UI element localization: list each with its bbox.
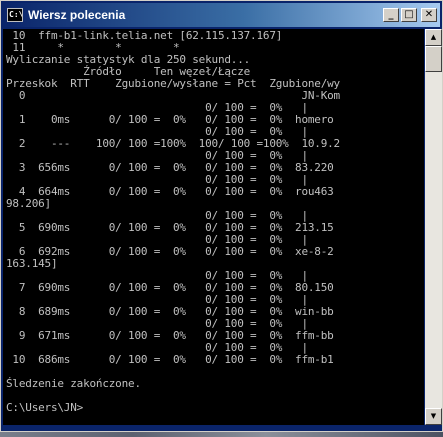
console-line: 4 664ms 0/ 100 = 0% 0/ 100 = 0% rou463 <box>6 185 334 198</box>
console-line: Śledzenie zakończone. <box>6 377 141 390</box>
scroll-thumb[interactable] <box>425 46 442 72</box>
desktop-background-strip <box>0 432 443 437</box>
cmd-window: C:\ Wiersz polecenia _ □ ✕ 10 ffm-b1-lin… <box>0 0 443 432</box>
console-line: C:\Users\JN> <box>6 401 84 414</box>
maximize-button[interactable]: □ <box>401 8 417 22</box>
vertical-scrollbar[interactable]: ▲ ▼ <box>425 29 442 425</box>
close-button[interactable]: ✕ <box>421 8 437 22</box>
window-title: Wiersz polecenia <box>28 8 126 22</box>
minimize-button[interactable]: _ <box>383 8 399 22</box>
console-output[interactable]: 10 ffm-b1-link.telia.net [62.115.137.167… <box>3 29 424 425</box>
scroll-down-button[interactable]: ▼ <box>425 408 442 425</box>
cmd-app-icon[interactable]: C:\ <box>7 8 23 22</box>
console-line: 10 686ms 0/ 100 = 0% 0/ 100 = 0% ffm-b1 <box>6 353 334 366</box>
scroll-up-button[interactable]: ▲ <box>425 29 442 46</box>
console-line: 6 692ms 0/ 100 = 0% 0/ 100 = 0% xe-8-2 <box>6 245 334 258</box>
console-text: 10 ffm-b1-link.telia.net [62.115.137.167… <box>3 29 424 414</box>
title-bar[interactable]: C:\ Wiersz polecenia _ □ ✕ <box>3 3 440 27</box>
